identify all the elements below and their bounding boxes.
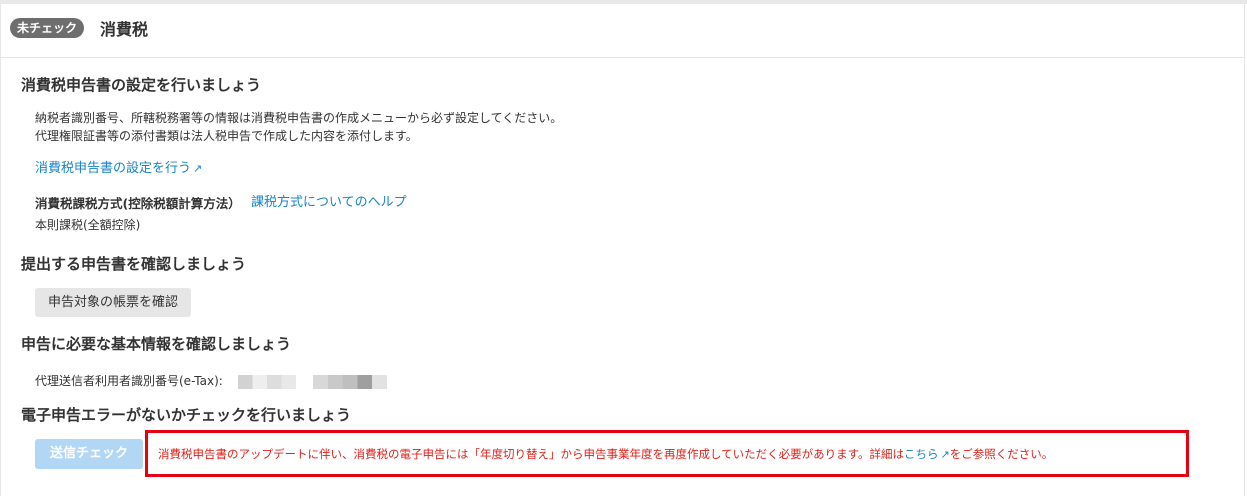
alert-suffix: をご参照ください。	[949, 447, 1054, 461]
header-divider	[0, 57, 1245, 58]
settings-description-line1: 納税者識別番号、所轄税務署等の情報は消費税申告書の作成メニューから必ず設定してく…	[35, 111, 563, 125]
page-title: 消費税	[100, 20, 149, 39]
masked-id-part2	[313, 375, 387, 389]
send-check-button[interactable]: 送信チェック	[35, 439, 143, 469]
etax-id-label: 代理送信者利用者識別番号(e-Tax):	[35, 374, 223, 388]
alert-text: 消費税申告書のアップデートに伴い、消費税の電子申告には「年度切り替え」から申告事…	[158, 447, 904, 461]
masked-id-part1	[238, 375, 296, 389]
right-border	[1244, 4, 1245, 496]
section-heading-basic-info: 申告に必要な基本情報を確認しましょう	[21, 335, 292, 353]
settings-description-line2: 代理権限証書等の添付書類は法人税申告で作成した内容を添付します。	[35, 129, 418, 143]
confirm-forms-button[interactable]: 申告対象の帳票を確認	[35, 288, 192, 317]
tax-method-label: 消費税課税方式(控除税額計算方法）	[35, 196, 241, 211]
status-badge: 未チェック	[10, 18, 85, 38]
tax-method-value: 本則課税(全額控除)	[35, 218, 141, 232]
section-heading-error-check: 電子申告エラーがないかチェックを行いましょう	[21, 406, 352, 424]
section-heading-settings: 消費税申告書の設定を行いましょう	[21, 76, 262, 94]
alert-message: 消費税申告書のアップデートに伴い、消費税の電子申告には「年度切り替え」から申告事…	[158, 445, 1053, 464]
external-link-icon: ↗	[940, 448, 950, 461]
left-border	[0, 4, 1, 496]
update-alert: 消費税申告書のアップデートに伴い、消費税の電子申告には「年度切り替え」から申告事…	[145, 430, 1189, 477]
settings-link-label: 消費税申告書の設定を行う	[35, 161, 192, 176]
section-heading-forms: 提出する申告書を確認しましょう	[21, 255, 247, 273]
top-border	[0, 0, 1247, 4]
settings-link[interactable]: 消費税申告書の設定を行う ↗	[35, 159, 202, 179]
alert-details-link-label: こちら	[904, 447, 939, 461]
tax-method-help-link[interactable]: 課税方式についてのヘルプ	[251, 193, 407, 213]
external-link-icon: ↗	[193, 162, 203, 175]
alert-details-link[interactable]: こちら ↗	[904, 447, 950, 461]
